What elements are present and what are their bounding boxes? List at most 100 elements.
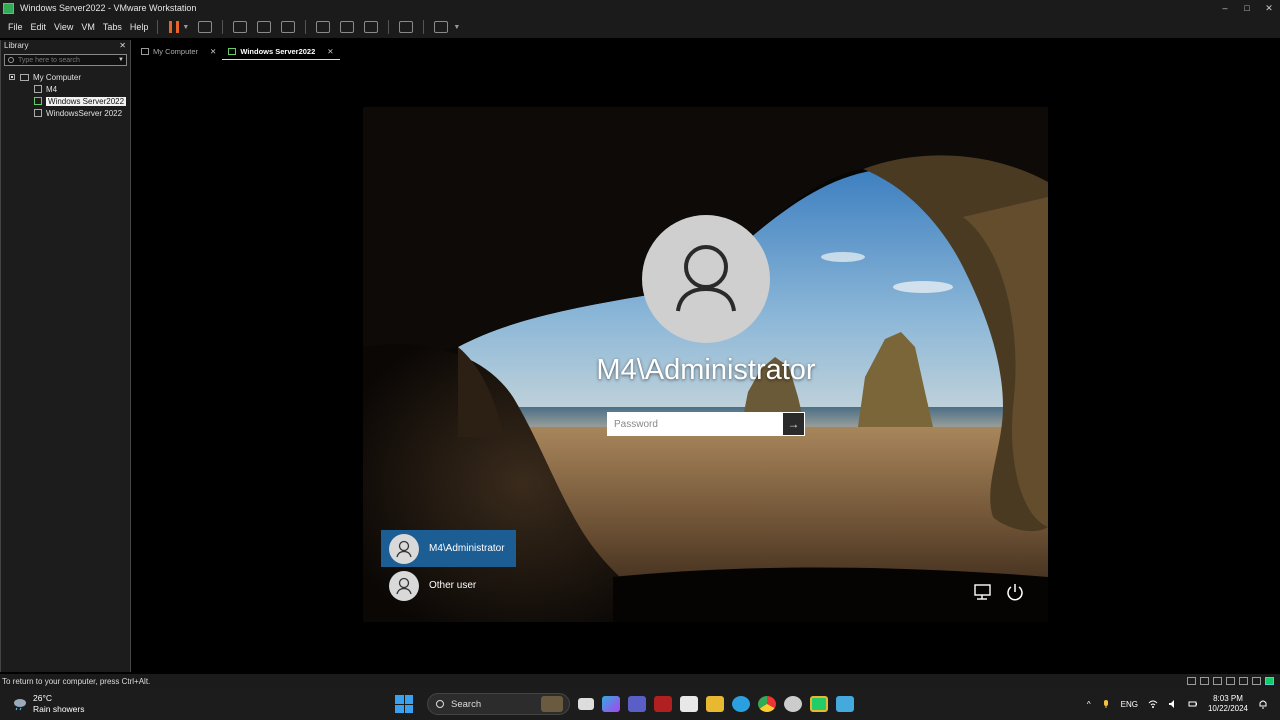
password-input[interactable] xyxy=(608,413,782,435)
running-vm-icon xyxy=(34,97,42,105)
cd-dvd-icon[interactable] xyxy=(1200,677,1209,685)
library-search-input[interactable]: Type here to search ▼ xyxy=(4,54,127,66)
chrome-icon[interactable] xyxy=(758,696,776,712)
menu-file[interactable]: File xyxy=(4,22,27,32)
window-titlebar: Windows Server2022 - VMware Workstation … xyxy=(0,0,1280,16)
submit-arrow-button[interactable]: → xyxy=(782,413,804,435)
language-indicator[interactable]: ENG xyxy=(1121,700,1138,709)
revert-snapshot-icon[interactable] xyxy=(257,21,272,33)
collapse-toggle-icon[interactable] xyxy=(9,74,15,80)
chevron-down-icon[interactable]: ▼ xyxy=(453,24,460,31)
menu-view[interactable]: View xyxy=(50,22,77,32)
send-ctrl-alt-del-icon[interactable] xyxy=(198,21,213,33)
user-silhouette-icon xyxy=(676,245,736,312)
network-adapter-icon[interactable] xyxy=(1213,677,1222,685)
battery-icon[interactable] xyxy=(1188,699,1198,709)
tree-item-label: My Computer xyxy=(33,72,82,82)
password-field[interactable]: → xyxy=(607,412,805,436)
maximize-button[interactable]: □ xyxy=(1236,3,1258,13)
vmware-workstation-icon[interactable] xyxy=(810,696,828,712)
clock-date: 10/22/2024 xyxy=(1207,704,1248,713)
printer-app-icon[interactable] xyxy=(680,696,698,712)
library-tree: My Computer M4 Windows Server2022 Window… xyxy=(1,71,130,119)
menu-vm[interactable]: VM xyxy=(77,22,99,32)
console-view-icon[interactable] xyxy=(399,21,414,33)
library-close-button[interactable]: ✕ xyxy=(119,41,126,52)
user-switcher: M4\Administrator Other user xyxy=(381,530,516,604)
menu-tabs[interactable]: Tabs xyxy=(99,22,126,32)
snapshot-icon[interactable] xyxy=(233,21,248,33)
user-item-label: M4\Administrator xyxy=(429,543,505,554)
microphone-icon[interactable] xyxy=(1101,699,1111,709)
network-icon[interactable] xyxy=(972,581,994,603)
library-panel: Library ✕ Type here to search ▼ My Compu… xyxy=(0,40,131,672)
notification-bell-icon[interactable] xyxy=(1258,699,1268,709)
power-icon[interactable] xyxy=(1004,581,1026,603)
message-log-icon[interactable] xyxy=(1265,677,1274,685)
status-hint: To return to your computer, press Ctrl+A… xyxy=(2,676,151,686)
snapshot-manager-icon[interactable] xyxy=(281,21,296,33)
show-library-icon[interactable] xyxy=(316,21,331,33)
tab-my-computer[interactable]: My Computer ✕ xyxy=(135,43,222,60)
toolbar-separator xyxy=(305,20,307,34)
windows-start-icon[interactable] xyxy=(395,695,413,713)
volume-icon[interactable] xyxy=(1168,699,1178,709)
search-highlight-image xyxy=(541,696,563,712)
sound-icon[interactable] xyxy=(1239,677,1248,685)
user-item-other-user[interactable]: Other user xyxy=(381,567,516,604)
host-taskbar: 26°C Rain showers Search ^ ENG 8:03 PM 1 xyxy=(0,688,1280,720)
weather-description: Rain showers xyxy=(33,704,85,714)
minimize-button[interactable]: – xyxy=(1214,3,1236,13)
vm-icon xyxy=(34,85,42,93)
computer-icon xyxy=(141,48,149,55)
full-screen-icon[interactable] xyxy=(434,21,449,33)
thumbnail-bar-icon[interactable] xyxy=(340,21,355,33)
wifi-icon[interactable] xyxy=(1148,699,1158,709)
menu-toolbar: File Edit View VM Tabs Help ▼ ▼ xyxy=(0,16,1280,38)
library-search-placeholder: Type here to search xyxy=(18,56,80,64)
vm-console[interactable]: M4\Administrator → M4\Administrator Othe… xyxy=(133,62,1279,672)
tree-item-my-computer[interactable]: My Computer xyxy=(1,71,130,83)
library-title: Library xyxy=(4,41,29,50)
tree-item-windowsserver-2022[interactable]: WindowsServer 2022 xyxy=(1,107,130,119)
task-view-icon[interactable] xyxy=(578,698,594,710)
close-tab-button[interactable]: ✕ xyxy=(210,47,216,56)
menu-edit[interactable]: Edit xyxy=(27,22,51,32)
chevron-down-icon[interactable]: ▼ xyxy=(118,57,124,63)
settings-app-icon[interactable] xyxy=(784,696,802,712)
usb-icon[interactable] xyxy=(1226,677,1235,685)
notepad-icon[interactable] xyxy=(836,696,854,712)
login-username: M4\Administrator xyxy=(596,354,816,386)
file-explorer-icon[interactable] xyxy=(706,696,724,712)
telegram-icon[interactable] xyxy=(732,696,750,712)
tab-windows-server2022[interactable]: Windows Server2022 ✕ xyxy=(222,43,340,60)
tree-item-windows-server2022[interactable]: Windows Server2022 xyxy=(1,95,130,107)
teams-icon[interactable] xyxy=(628,696,646,712)
display-icon[interactable] xyxy=(1252,677,1261,685)
tray-overflow-button[interactable]: ^ xyxy=(1087,700,1091,709)
user-item-administrator[interactable]: M4\Administrator xyxy=(381,530,516,567)
copilot-icon[interactable] xyxy=(602,696,620,712)
tab-label: My Computer xyxy=(153,47,199,56)
taskbar-search-label: Search xyxy=(451,698,482,710)
hard-disk-icon[interactable] xyxy=(1187,677,1196,685)
close-tab-button[interactable]: ✕ xyxy=(327,47,333,56)
window-title: Windows Server2022 - VMware Workstation xyxy=(20,3,197,13)
taskbar-search-box[interactable]: Search xyxy=(427,693,570,715)
taskbar-clock[interactable]: 8:03 PM 10/22/2024 xyxy=(1208,694,1248,714)
close-window-button[interactable]: ✕ xyxy=(1258,3,1280,14)
tab-label: Windows Server2022 xyxy=(240,46,316,56)
tree-item-m4[interactable]: M4 xyxy=(1,83,130,95)
red-app-icon[interactable] xyxy=(654,696,672,712)
vm-tabs: My Computer ✕ Windows Server2022 ✕ xyxy=(135,43,340,60)
vmware-status-bar: To return to your computer, press Ctrl+A… xyxy=(0,674,1280,688)
lock-screen-corner-icons xyxy=(972,581,1026,603)
weather-widget[interactable]: 26°C Rain showers xyxy=(12,693,85,715)
chevron-down-icon[interactable]: ▼ xyxy=(182,24,189,31)
pause-icon[interactable] xyxy=(169,21,180,33)
weather-temperature: 26°C xyxy=(33,693,52,703)
fit-guest-icon[interactable] xyxy=(364,21,379,33)
menu-help[interactable]: Help xyxy=(126,22,153,32)
clock-time: 8:03 PM xyxy=(1213,694,1243,703)
system-tray: ^ ENG 8:03 PM 10/22/2024 xyxy=(1087,688,1268,720)
